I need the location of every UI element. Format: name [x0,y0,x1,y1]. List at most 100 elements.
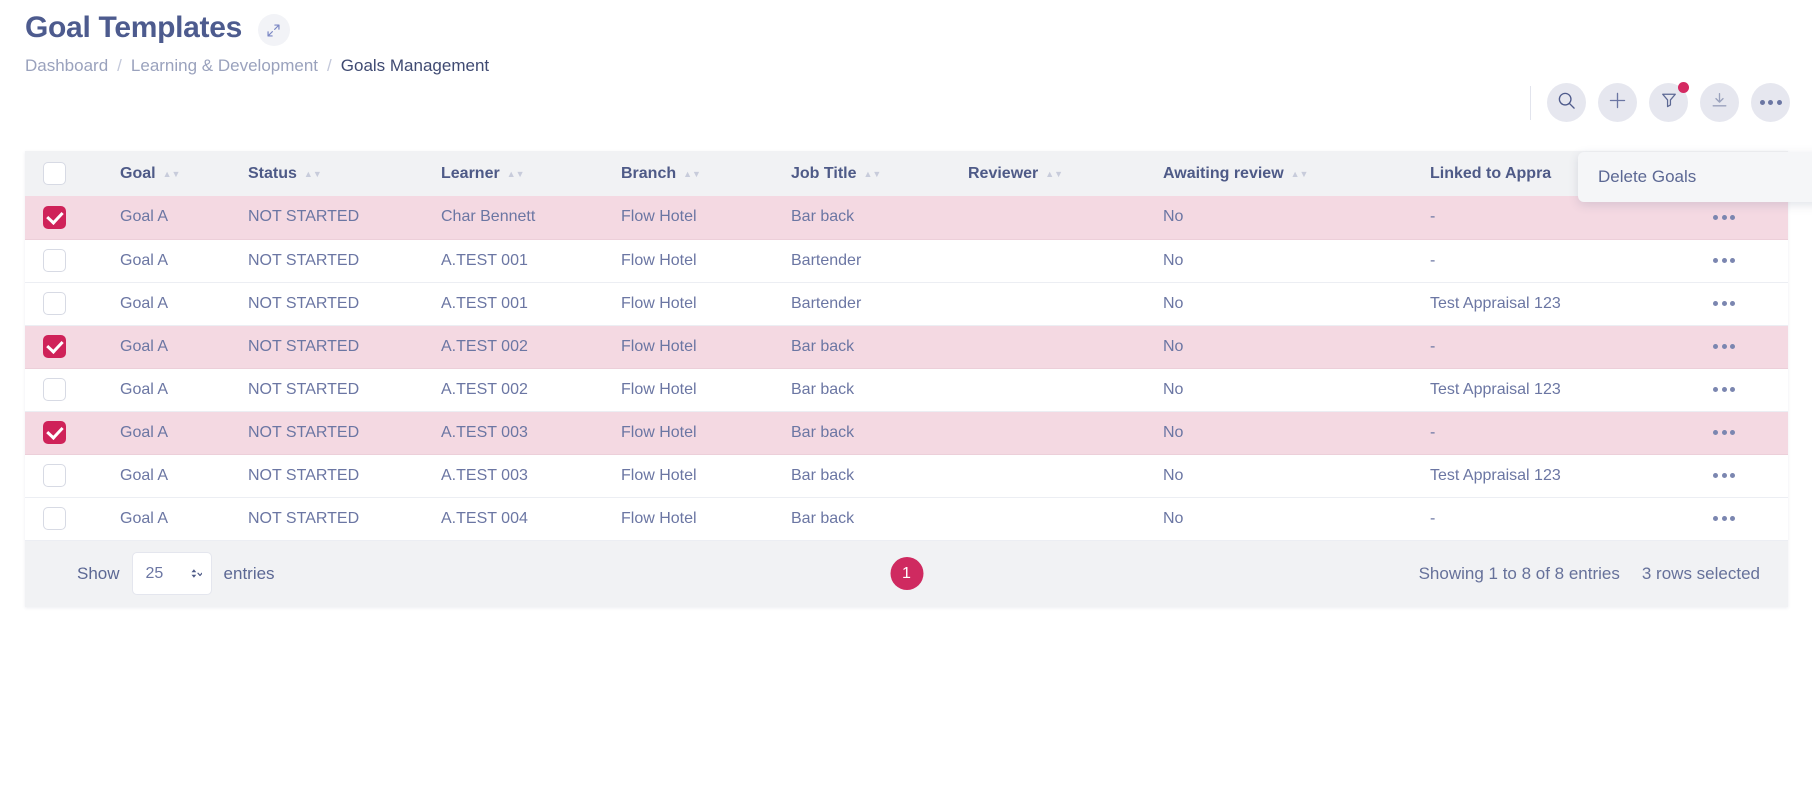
table-row[interactable]: Goal A NOT STARTED Char Bennett Flow Hotel B… [25,196,1788,239]
cell-status: NOT STARTED [248,337,360,355]
stepper-icon [187,565,202,582]
row-actions-cell [1713,368,1788,411]
download-button[interactable] [1700,83,1739,122]
cell-linked-to-appraisal: - [1430,251,1436,269]
cell-branch: Flow Hotel [621,423,697,441]
row-checkbox[interactable] [43,507,66,530]
row-select-cell [25,282,120,325]
goals-table-card: Goal ▲▼ Status ▲▼ Learner ▲▼ Branch ▲▼ J… [25,151,1788,607]
cell-learner: A.TEST 002 [441,380,528,398]
row-select-cell [25,497,120,540]
breadcrumb: Dashboard / Learning & Development / Goa… [25,56,1812,76]
cell-status: NOT STARTED [248,423,360,441]
expand-arrows-icon[interactable] [257,14,290,46]
row-checkbox[interactable] [43,249,66,272]
row-actions-cell [1713,239,1788,282]
filter-button[interactable] [1649,82,1689,122]
table-head: Goal ▲▼ Status ▲▼ Learner ▲▼ Branch ▲▼ J… [25,151,1788,196]
cell-awaiting-review: No [1163,337,1184,355]
row-checkbox[interactable] [43,421,66,444]
column-label: Job Title [791,164,857,182]
cell-linked-to-appraisal: - [1430,509,1436,527]
add-button[interactable] [1598,83,1637,122]
table-row[interactable]: Goal A NOT STARTED A.TEST 002 Flow Hotel Bar… [25,368,1788,411]
cell-branch: Flow Hotel [621,466,697,484]
cell-goal: Goal A [120,380,169,398]
cell-job-title: Bar back [791,466,855,484]
column-header-reviewer[interactable]: Reviewer ▲▼ [968,151,1163,196]
column-header-learner[interactable]: Learner ▲▼ [441,151,621,196]
table-row[interactable]: Goal A NOT STARTED A.TEST 003 Flow Hotel Bar… [25,454,1788,497]
cell-reviewer [968,497,1163,540]
goals-table: Goal ▲▼ Status ▲▼ Learner ▲▼ Branch ▲▼ J… [25,151,1788,541]
column-header-branch[interactable]: Branch ▲▼ [621,151,791,196]
show-label: Show [77,563,120,583]
cell-reviewer [968,411,1163,454]
row-ellipsis-icon[interactable] [1713,258,1788,263]
cell-awaiting-review: No [1163,380,1184,398]
row-actions-cell [1713,454,1788,497]
cell-branch: Flow Hotel [621,337,697,355]
breadcrumb-item-dashboard[interactable]: Dashboard [25,56,108,76]
row-checkbox[interactable] [43,378,66,401]
more-actions-button[interactable] [1751,83,1790,122]
cell-job-title: Bar back [791,208,855,226]
rows-selected-text: 3 rows selected [1641,563,1760,583]
row-select-cell [25,454,120,497]
cell-linked-to-appraisal: - [1430,337,1436,355]
menu-item-delete-goals[interactable]: Delete Goals [1578,163,1812,191]
row-ellipsis-icon[interactable] [1713,387,1788,392]
table-row[interactable]: Goal A NOT STARTED A.TEST 004 Flow Hotel Bar… [25,497,1788,540]
row-ellipsis-icon[interactable] [1713,516,1788,521]
search-button[interactable] [1547,83,1586,122]
row-checkbox[interactable] [43,464,66,487]
table-row[interactable]: Goal A NOT STARTED A.TEST 002 Flow Hotel Bar… [25,325,1788,368]
cell-status: NOT STARTED [248,251,360,269]
pagination-page-1[interactable]: 1 [890,557,923,590]
title-row: Goal Templates [25,10,1812,46]
row-ellipsis-icon[interactable] [1713,473,1788,478]
column-header-status[interactable]: Status ▲▼ [248,151,441,196]
cell-learner: A.TEST 001 [441,294,528,312]
row-actions-cell [1713,325,1788,368]
column-header-awaiting-review[interactable]: Awaiting review ▲▼ [1163,151,1430,196]
row-select-cell [25,411,120,454]
cell-branch: Flow Hotel [621,380,697,398]
page-size-select[interactable]: 25 [131,552,212,595]
select-all-checkbox[interactable] [43,162,66,185]
row-ellipsis-icon[interactable] [1713,430,1788,435]
breadcrumb-item-learning-development[interactable]: Learning & Development [131,56,318,76]
row-ellipsis-icon[interactable] [1713,344,1788,349]
cell-awaiting-review: No [1163,294,1184,312]
table-row[interactable]: Goal A NOT STARTED A.TEST 003 Flow Hotel Bar… [25,411,1788,454]
page-size-value: 25 [145,564,164,582]
cell-branch: Flow Hotel [621,294,697,312]
cell-reviewer [968,239,1163,282]
showing-entries-text: Showing 1 to 8 of 8 entries [1418,563,1620,583]
column-label: Status [248,164,297,182]
row-checkbox[interactable] [43,205,66,229]
select-all-header [25,151,120,196]
row-actions-cell [1713,196,1788,239]
row-checkbox[interactable] [43,335,66,358]
column-label: Branch [621,164,677,182]
cell-awaiting-review: No [1163,466,1184,484]
table-row[interactable]: Goal A NOT STARTED A.TEST 001 Flow Hotel Bar… [25,282,1788,325]
cell-status: NOT STARTED [248,466,360,484]
cell-goal: Goal A [120,294,169,312]
column-header-job-title[interactable]: Job Title ▲▼ [791,151,968,196]
row-ellipsis-icon[interactable] [1713,301,1788,306]
page-size-control: Show 25 entries [25,552,275,595]
cell-reviewer [968,368,1163,411]
row-select-cell [25,368,120,411]
table-row[interactable]: Goal A NOT STARTED A.TEST 001 Flow Hotel Bar… [25,239,1788,282]
cell-learner: A.TEST 002 [441,337,528,355]
column-header-goal[interactable]: Goal ▲▼ [120,151,248,196]
cell-linked-to-appraisal: - [1430,208,1436,226]
cell-goal: Goal A [120,208,169,226]
row-ellipsis-icon[interactable] [1713,214,1788,220]
toolbar-divider [1530,85,1531,120]
cell-reviewer [968,282,1163,325]
row-checkbox[interactable] [43,292,66,315]
cell-branch: Flow Hotel [621,208,697,226]
